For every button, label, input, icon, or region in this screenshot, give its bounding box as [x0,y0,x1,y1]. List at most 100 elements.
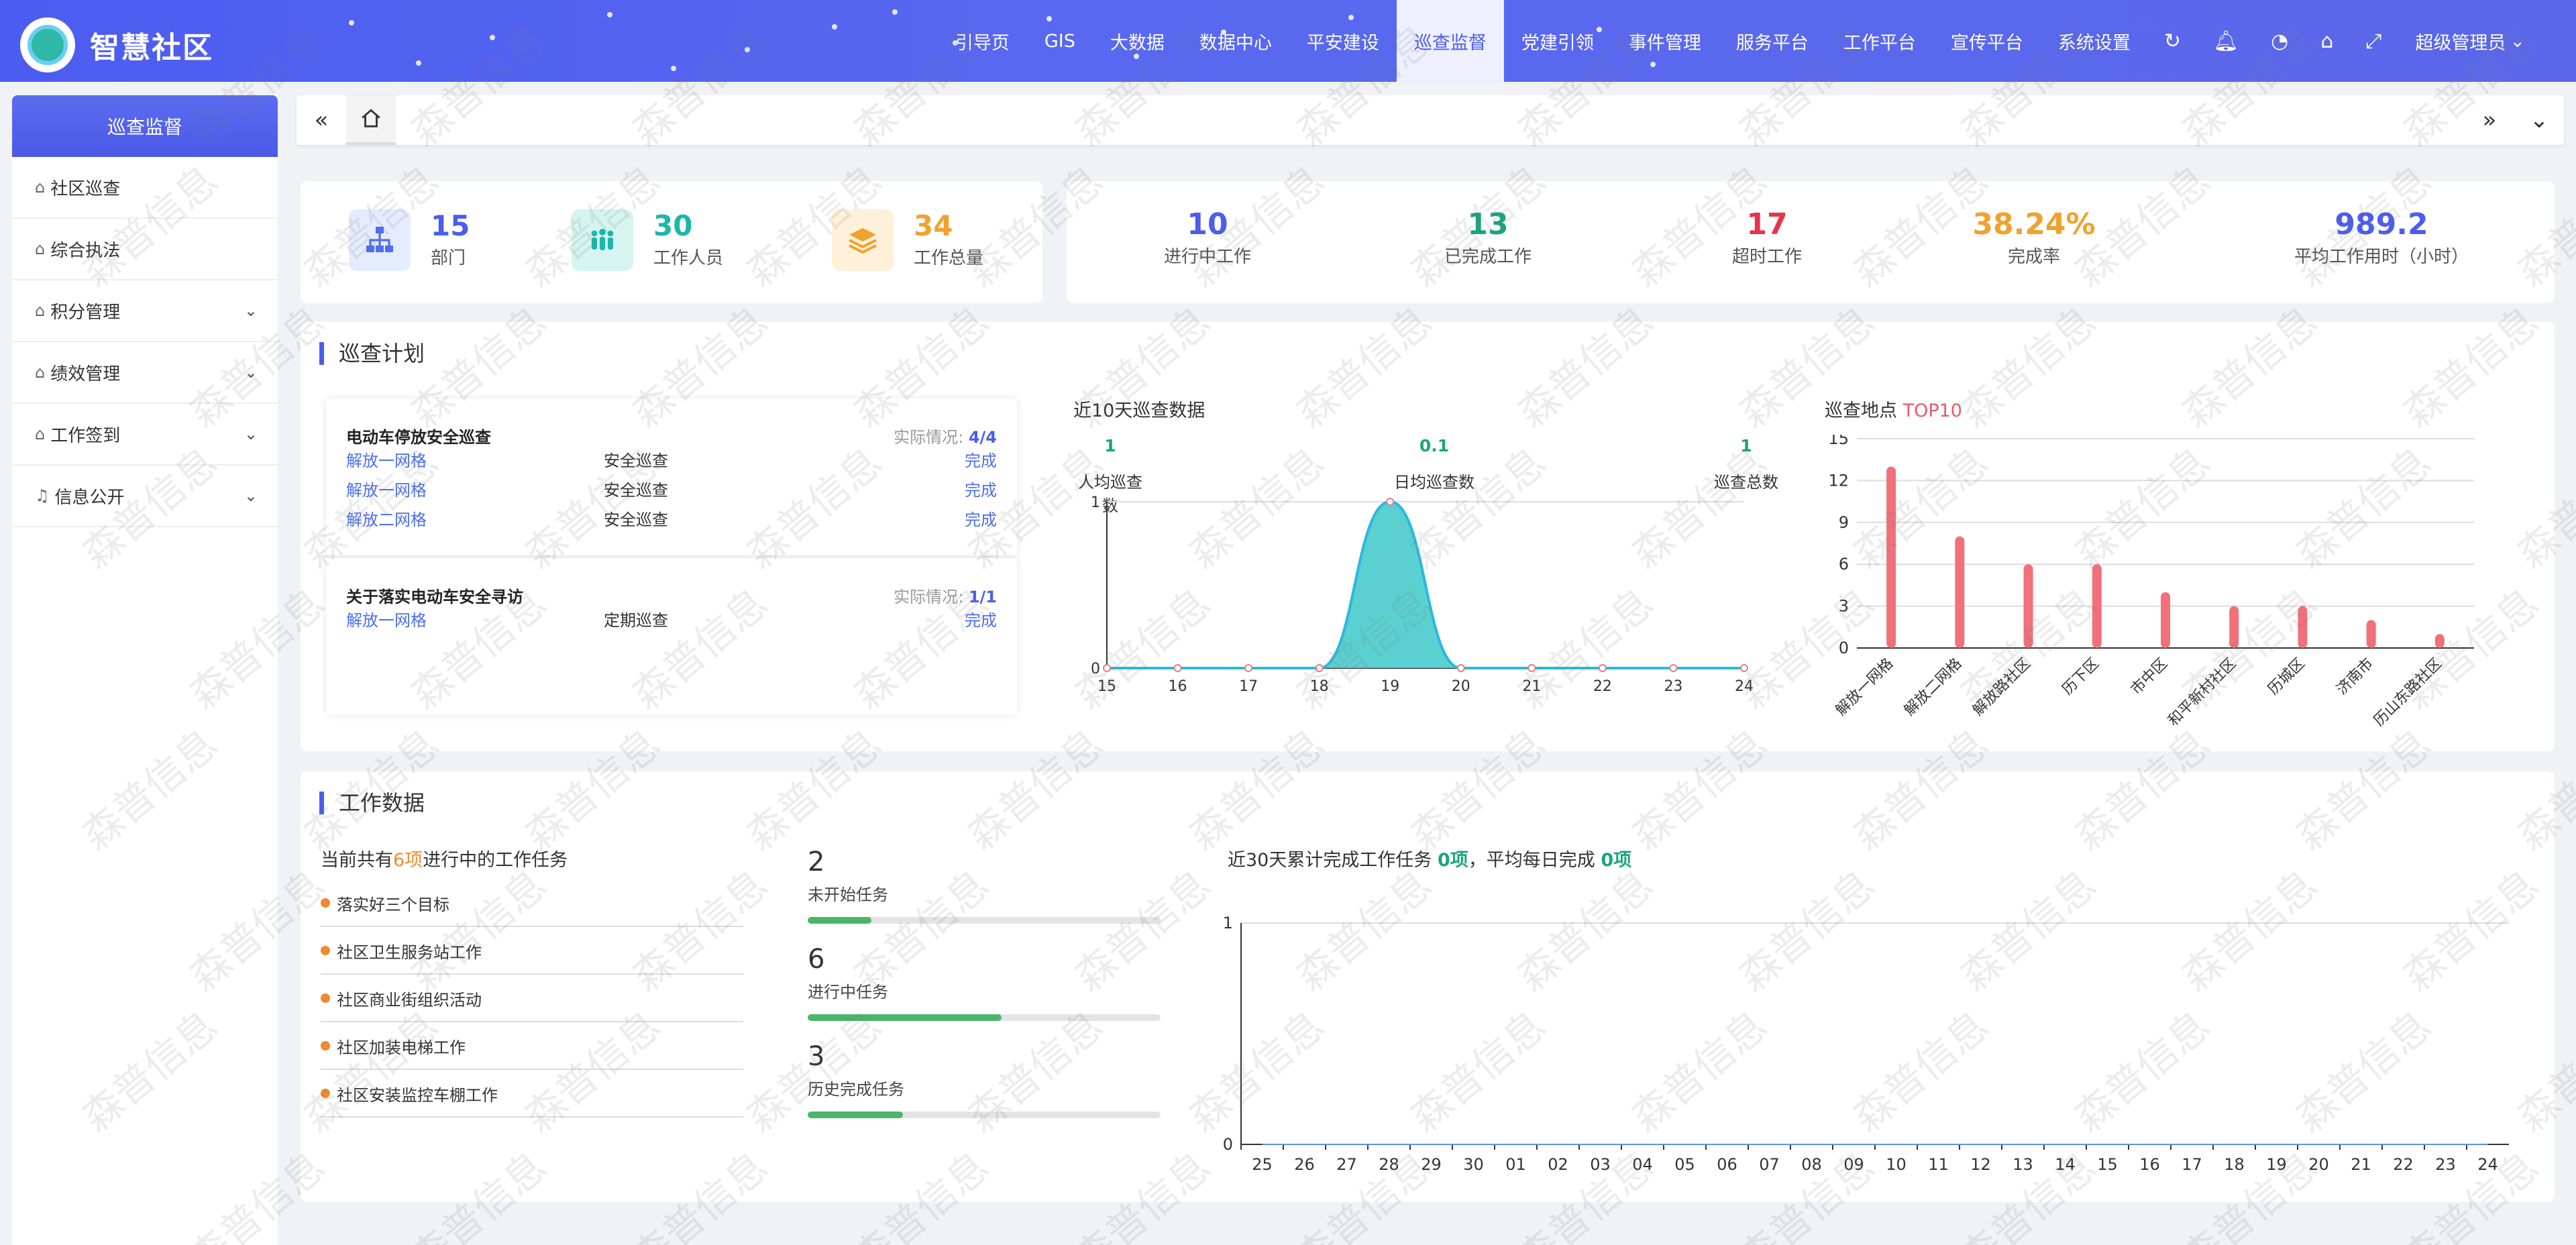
plan-type: 安全巡查 [604,451,668,470]
plan-row: 解放一网格 安全巡查 完成 [346,474,997,503]
x-tick-label: 历山东路社区 [2371,655,2445,730]
work-total-count: 34 [914,209,953,242]
dashboard-icon[interactable]: ◔ [2255,30,2304,53]
progress-bar [808,1112,1161,1118]
data-point[interactable] [1740,664,1748,672]
bar[interactable] [2092,564,2102,648]
data-point[interactable] [1456,664,1465,672]
sidebar-item[interactable]: ⌂ 积分管理 ⌄ [12,280,278,342]
y-tick-label: 1 [1091,495,1100,511]
plan-grid-link[interactable]: 解放二网格 [346,506,604,530]
data-point[interactable] [1173,664,1182,672]
nav-item[interactable]: 平安建设 [1289,0,1397,82]
plan-status-label: 实际情况: [894,588,964,606]
bar[interactable] [2298,606,2308,648]
x-tick-label: 26 [1294,1155,1315,1174]
home-icon: ⌂ [35,425,46,443]
nav-item[interactable]: 党建引领 [1504,0,1611,82]
x-tick-label: 09 [1843,1155,1864,1174]
plan-group[interactable]: 电动车停放安全巡查 实际情况: 4/4 解放一网格 安全巡查 完成 解放一网格 安全巡查… [326,398,1017,555]
fullscreen-icon[interactable]: ⤢ [2349,30,2398,53]
logo-icon [20,17,75,72]
sidebar-item[interactable]: ⌂ 社区巡查 [12,157,278,219]
bar[interactable] [2161,592,2170,648]
tab-menu-chevron-icon[interactable]: ⌄ [2514,95,2564,145]
task-item[interactable]: 社区商业街组织活动 [321,975,743,1022]
x-tick-label: 历城区 [2265,655,2308,698]
plan-status-link[interactable]: 完成 [965,447,997,471]
nav-item[interactable]: 大数据 [1093,0,1182,82]
plan-status-value: 1/1 [968,588,997,606]
bar[interactable] [2023,564,2033,648]
app-logo[interactable]: 智慧社区 [20,17,213,72]
task-item[interactable]: 社区卫生服务站工作 [321,928,743,975]
user-menu[interactable]: 超级管理员 ⌄ [2398,0,2542,82]
sidebar-item[interactable]: ⌂ 工作签到 ⌄ [12,404,278,466]
sidebar-item[interactable]: ⌂ 综合执法 [12,219,278,280]
task-item[interactable]: 落实好三个目标 [321,880,743,927]
plan-type: 定期巡查 [604,610,668,630]
bar[interactable] [1886,466,1896,648]
data-point[interactable] [1315,664,1324,672]
home-tab-icon[interactable] [346,95,396,145]
refresh-icon[interactable]: ↻ [2148,30,2197,53]
progress-label: 历史完成任务 [808,1080,904,1099]
bar[interactable] [2366,620,2376,648]
bar[interactable] [2434,634,2445,648]
plan-status-link[interactable]: 完成 [965,477,997,500]
nav-item[interactable]: 服务平台 [1719,0,1826,82]
data-point[interactable] [1598,664,1607,672]
month-summary-prefix: 近30天累计完成工作任务 [1228,850,1432,871]
nav-item[interactable]: 宣传平台 [1933,0,2041,82]
chevron-down-icon: ⌄ [244,486,258,505]
x-tick-label: 05 [1674,1155,1695,1174]
x-tick-label: 解放二网格 [1901,655,1965,719]
data-point[interactable] [1386,498,1395,506]
plan-status-link[interactable]: 完成 [965,506,997,530]
nav-item[interactable]: 数据中心 [1182,0,1289,82]
bar[interactable] [1955,536,1965,648]
scroll-left-icon[interactable]: « [297,95,346,145]
x-tick-label: 16 [2139,1155,2160,1174]
sidebar-item-label: 信息公开 [54,487,125,508]
x-tick-label: 18 [1310,678,1329,695]
in-progress-count: 10 [1187,207,1228,241]
x-tick-label: 14 [2055,1155,2076,1174]
nav-item[interactable]: 工作平台 [1826,0,1933,82]
kpi-label: 巡查总数 [1714,473,1778,492]
data-point[interactable] [1527,664,1536,672]
nav-item[interactable]: 巡查监督 [1396,0,1504,82]
snow-dot [745,47,750,52]
snow-dot [671,66,676,71]
progress-fill [808,1014,1002,1021]
bar[interactable] [2229,606,2239,648]
plan-grid-link[interactable]: 解放一网格 [346,607,604,631]
tag-icon[interactable]: ⌂ [2304,30,2349,53]
x-tick-label: 15 [2097,1155,2118,1174]
nav-item[interactable]: 系统设置 [2041,0,2148,82]
patrol-plan-panel: 巡查计划 电动车停放安全巡查 实际情况: 4/4 解放一网格 安全巡查 完成 解放一网… [301,322,2555,751]
nav-item[interactable]: GIS [1027,0,1093,82]
data-point[interactable] [1244,664,1253,672]
progress-fill [808,1112,904,1118]
scroll-right-icon[interactable]: » [2465,95,2514,145]
data-point[interactable] [1669,664,1678,672]
org-chart-icon [349,209,411,271]
kpi-value: 1 [1740,436,1752,455]
plan-status-link[interactable]: 完成 [965,607,997,631]
nav-item[interactable]: 事件管理 [1611,0,1719,82]
sidebar-item[interactable]: ⌂ 绩效管理 ⌄ [12,342,278,404]
bell-icon[interactable]: 🔔︎ [2197,30,2255,53]
sidebar-item[interactable]: ♫ 信息公开 ⌄ [12,466,278,527]
sidebar-title[interactable]: 巡查监督 [12,95,278,157]
task-item[interactable]: 社区安装监控车棚工作 [321,1071,743,1118]
avg-work-hours-label: 平均工作用时（小时） [2294,247,2469,267]
nav-item[interactable]: 引导页 [938,0,1027,82]
plan-grid-link[interactable]: 解放一网格 [346,447,604,471]
data-point[interactable] [1103,664,1111,672]
plan-group[interactable]: 关于落实电动车安全寻访 实际情况: 1/1 解放一网格 定期巡查 完成 [326,558,1017,715]
staff-icon [572,209,633,271]
task-item[interactable]: 社区加装电梯工作 [321,1023,743,1070]
plan-grid-link[interactable]: 解放一网格 [346,477,604,500]
snow-dot [490,35,495,40]
